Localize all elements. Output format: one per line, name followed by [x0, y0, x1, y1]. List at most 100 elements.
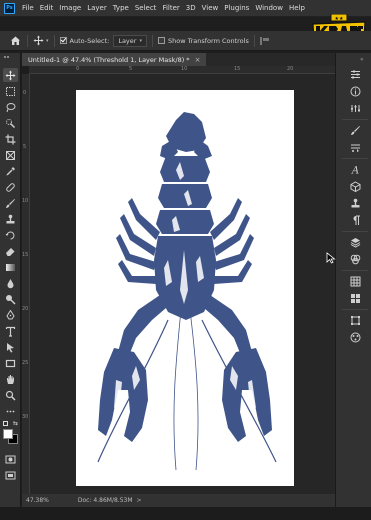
eraser-tool-icon[interactable] — [3, 244, 18, 258]
type-tool-icon[interactable] — [3, 324, 18, 338]
menu-image[interactable]: Image — [56, 4, 84, 12]
auto-select-target-dropdown[interactable]: Layer ▾ — [113, 34, 147, 47]
zoom-level[interactable]: 47.38% — [22, 497, 54, 504]
move-tool-preset-icon[interactable]: ▾ — [33, 35, 49, 46]
document-tab-bar: Untitled-1 @ 47.4% (Threshold 1, Layer M… — [22, 53, 335, 66]
adjustments-panel-icon[interactable] — [348, 101, 362, 115]
ruler-number: 0 — [23, 90, 27, 96]
foreground-color-swatch[interactable] — [3, 429, 13, 439]
clone-stamp-tool-icon[interactable] — [3, 212, 18, 226]
quick-mask-icon[interactable] — [3, 452, 18, 466]
menu-list: File Edit Image Layer Type Select Filter 3D View… — [19, 4, 308, 12]
mouse-cursor-icon — [326, 252, 336, 264]
svg-text:A: A — [350, 165, 358, 175]
properties-panel-icon[interactable] — [348, 67, 362, 81]
path-select-tool-icon[interactable] — [3, 340, 18, 354]
menu-type[interactable]: Type — [110, 4, 132, 12]
chevron-down-icon: ▾ — [139, 37, 142, 44]
ruler-number: 30 — [22, 414, 29, 420]
menu-window[interactable]: Window — [252, 4, 286, 12]
dodge-tool-icon[interactable] — [3, 292, 18, 306]
menu-edit[interactable]: Edit — [37, 4, 57, 12]
timeline-panel-icon[interactable] — [348, 330, 362, 344]
hand-tool-icon[interactable] — [3, 372, 18, 386]
menu-select[interactable]: Select — [132, 4, 160, 12]
panel-separator — [342, 231, 368, 232]
ruler-number: 0 — [76, 66, 80, 72]
quick-select-tool-icon[interactable] — [3, 116, 18, 130]
frame-tool-icon[interactable] — [3, 148, 18, 162]
panels-dock: « A — [335, 53, 371, 507]
status-bar: 47.38% Doc: 4.86M/8.53M > — [22, 494, 335, 507]
character-panel-icon[interactable]: A — [348, 162, 362, 176]
paths-panel-icon[interactable] — [348, 313, 362, 327]
swap-colors-icon[interactable]: ⇆ — [13, 420, 18, 427]
clone-source-panel-icon[interactable] — [348, 196, 362, 210]
horizontal-ruler[interactable]: 0 5 10 15 20 — [29, 66, 335, 74]
ruler-number: 20 — [22, 306, 29, 312]
channels-panel-icon[interactable] — [348, 252, 362, 266]
zoom-tool-icon[interactable] — [3, 388, 18, 402]
eyedropper-tool-icon[interactable] — [3, 164, 18, 178]
align-icon[interactable] — [259, 36, 269, 45]
pen-tool-icon[interactable] — [3, 308, 18, 322]
separator — [151, 34, 153, 47]
auto-select-label: Auto-Select: — [69, 36, 110, 45]
document-tab-title: Untitled-1 @ 47.4% (Threshold 1, Layer M… — [28, 55, 190, 64]
menu-filter[interactable]: Filter — [159, 4, 182, 12]
chevron-down-icon: ▾ — [46, 37, 49, 44]
crop-tool-icon[interactable] — [3, 132, 18, 146]
lasso-tool-icon[interactable] — [3, 100, 18, 114]
panel-collapse-icon[interactable]: « — [360, 56, 364, 63]
history-brush-tool-icon[interactable] — [3, 228, 18, 242]
options-bar: ▾ Auto-Select: Layer ▾ Show Transform Co… — [0, 31, 371, 51]
healing-brush-tool-icon[interactable] — [3, 180, 18, 194]
home-icon[interactable] — [8, 34, 22, 48]
more-tools-icon[interactable] — [3, 404, 18, 418]
layers-panel-icon[interactable] — [348, 235, 362, 249]
tools-panel: ⇆ — [0, 53, 21, 507]
toolbar-collapse-icon[interactable] — [4, 56, 17, 60]
libraries-panel-icon[interactable] — [348, 291, 362, 305]
auto-select-checkbox[interactable] — [59, 37, 67, 44]
menu-plugins[interactable]: Plugins — [221, 4, 252, 12]
document-tab[interactable]: Untitled-1 @ 47.4% (Threshold 1, Layer M… — [22, 53, 207, 66]
photoshop-logo: Ps — [4, 2, 15, 14]
3d-panel-icon[interactable] — [348, 179, 362, 193]
separator — [53, 34, 55, 47]
ruler-number: 5 — [23, 144, 27, 150]
marquee-tool-icon[interactable] — [3, 84, 18, 98]
default-colors-icon[interactable] — [3, 421, 8, 426]
separator — [27, 34, 28, 47]
gradient-tool-icon[interactable] — [3, 260, 18, 274]
menu-view[interactable]: View — [199, 4, 222, 12]
status-menu-arrow[interactable]: > — [137, 497, 142, 504]
show-transform-controls-label: Show Transform Controls — [167, 36, 249, 45]
screen-mode-icon[interactable] — [3, 468, 18, 482]
menu-3d[interactable]: 3D — [183, 4, 199, 12]
document-canvas[interactable] — [76, 90, 294, 486]
menu-help[interactable]: Help — [286, 4, 308, 12]
panel-separator — [342, 309, 368, 310]
ruler-number: 5 — [129, 66, 133, 72]
info-panel-icon[interactable] — [348, 84, 362, 98]
show-transform-controls-checkbox[interactable] — [157, 37, 165, 44]
panel-separator — [342, 119, 368, 120]
separator — [253, 34, 255, 47]
brush-tool-icon[interactable] — [3, 196, 18, 210]
paragraph-panel-icon[interactable] — [348, 213, 362, 227]
ruler-number: 10 — [22, 198, 29, 204]
rectangle-tool-icon[interactable] — [3, 356, 18, 370]
brushes-panel-icon[interactable] — [348, 140, 362, 154]
swatches-panel-icon[interactable] — [348, 274, 362, 288]
move-tool-icon[interactable] — [3, 68, 18, 82]
brush-settings-panel-icon[interactable] — [348, 123, 362, 137]
panel-separator — [342, 270, 368, 271]
blur-tool-icon[interactable] — [3, 276, 18, 290]
menu-file[interactable]: File — [19, 4, 37, 12]
menu-layer[interactable]: Layer — [84, 4, 110, 12]
ruler-number: 20 — [287, 66, 294, 72]
close-icon[interactable]: × — [195, 56, 201, 64]
vertical-ruler[interactable]: 0 5 10 15 20 25 30 — [22, 74, 30, 494]
svg-text:★★: ★★ — [335, 16, 344, 22]
